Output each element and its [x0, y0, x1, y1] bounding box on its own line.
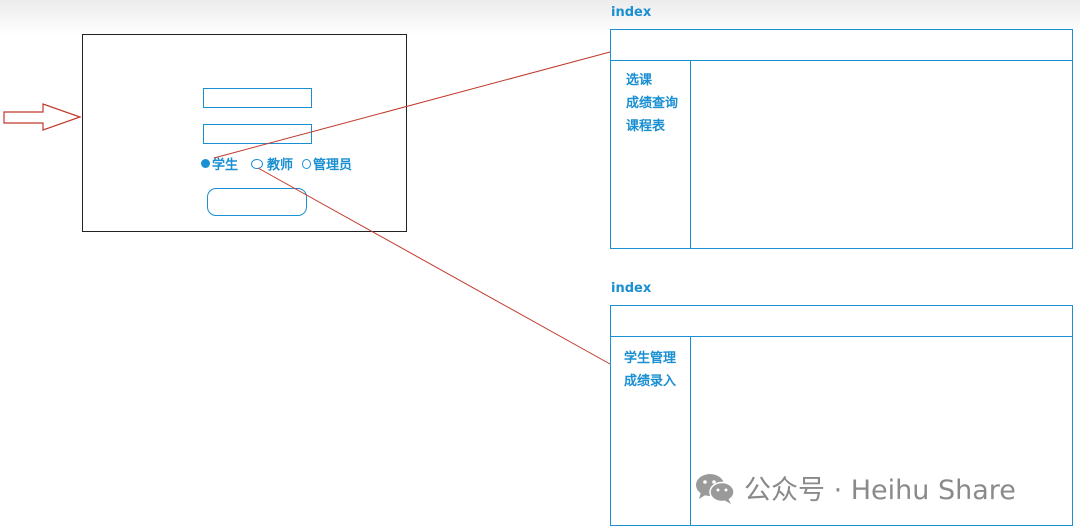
teacher-menu-list: 学生管理 成绩录入	[624, 347, 676, 393]
student-index-sidebar: 选课 成绩查询 课程表	[611, 61, 691, 248]
menu-item-student-management[interactable]: 学生管理	[624, 347, 676, 370]
wechat-icon	[696, 473, 735, 504]
student-menu-list: 选课 成绩查询 课程表	[626, 69, 678, 138]
menu-item-course-selection[interactable]: 选课	[626, 69, 678, 92]
menu-item-timetable[interactable]: 课程表	[626, 115, 678, 138]
connector-to-teacher-index	[257, 167, 611, 365]
menu-item-grade-entry[interactable]: 成绩录入	[624, 370, 676, 393]
teacher-index-sidebar: 学生管理 成绩录入	[611, 337, 691, 525]
menu-item-grade-query[interactable]: 成绩查询	[626, 92, 678, 115]
teacher-index-title: index	[611, 281, 652, 296]
watermark: 公众号 · Heihu Share	[694, 468, 1016, 507]
connector-to-student-index	[213, 51, 611, 159]
student-index-header	[611, 30, 1072, 61]
student-index-title: index	[611, 5, 652, 20]
watermark-text: 公众号 · Heihu Share	[744, 475, 1016, 506]
teacher-index-header	[611, 306, 1072, 337]
student-index-frame: 选课 成绩查询 课程表	[610, 29, 1073, 249]
